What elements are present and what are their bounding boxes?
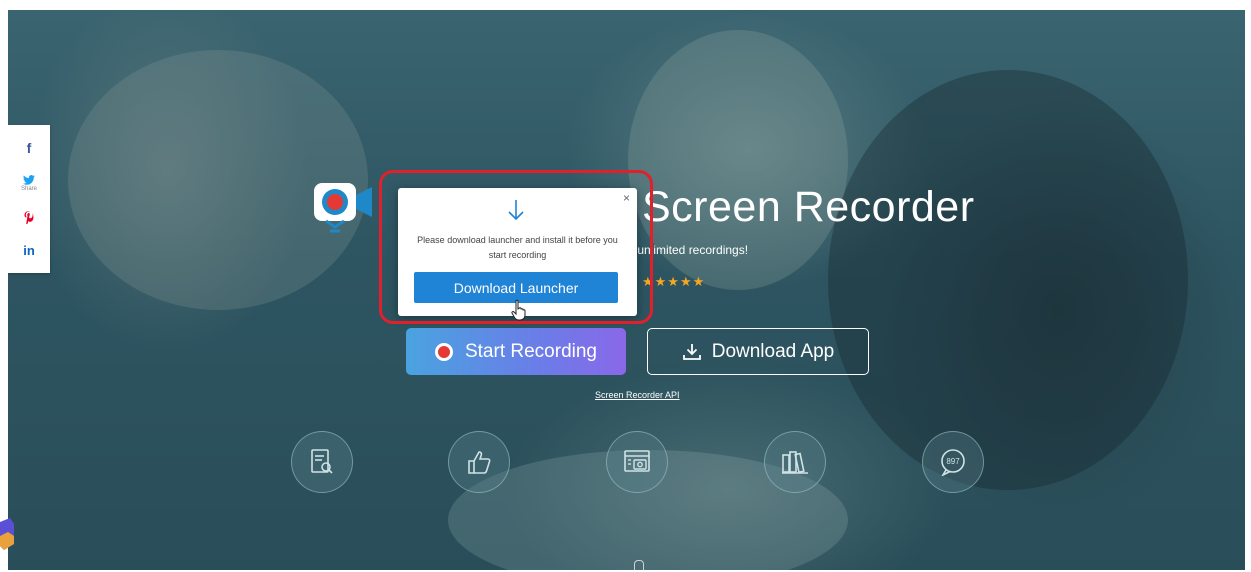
social-share-bar: f Share in	[8, 125, 50, 273]
feature-library[interactable]	[764, 431, 826, 493]
feature-thumbs-up[interactable]	[448, 431, 510, 493]
books-icon	[782, 451, 808, 474]
rating-stars: ★★★★★	[642, 274, 706, 289]
feature-document-search[interactable]	[291, 431, 353, 493]
feature-browser-camera[interactable]	[606, 431, 668, 493]
pinterest-glyph	[24, 210, 34, 224]
arrow-down-icon	[508, 200, 524, 221]
comment-bubble-icon: 897	[941, 449, 965, 476]
background-child-shape	[68, 50, 368, 310]
download-launcher-modal: × Please download launcher and install i…	[398, 188, 637, 316]
download-app-label: Download App	[711, 340, 835, 362]
twitter-share[interactable]: Share	[21, 175, 37, 192]
hand-cursor-icon	[511, 299, 526, 321]
twitter-icon	[22, 175, 35, 185]
download-icon	[682, 343, 701, 360]
document-search-icon	[311, 449, 333, 474]
start-recording-label: Start Recording	[464, 340, 597, 362]
start-recording-button[interactable]: Start Recording	[406, 328, 626, 375]
feature-comments[interactable]: 897	[922, 431, 984, 493]
pinterest-icon[interactable]	[24, 210, 34, 224]
record-icon	[434, 342, 453, 361]
background-hair-shape	[828, 70, 1188, 490]
camera-logo-icon	[314, 183, 372, 233]
scroll-down-indicator[interactable]	[634, 560, 644, 570]
screen-recorder-api-link[interactable]: Screen Recorder API	[595, 390, 680, 400]
close-icon[interactable]: ×	[623, 191, 630, 205]
corner-app-badge-icon[interactable]	[0, 518, 14, 550]
browser-camera-icon	[624, 450, 650, 472]
thumbs-up-icon	[468, 451, 491, 474]
download-app-button[interactable]: Download App	[647, 328, 869, 375]
share-label: Share	[20, 186, 37, 193]
hero-subtitle: r unlimited recordings!	[630, 243, 749, 257]
modal-message: Please download launcher and install it …	[417, 235, 618, 260]
facebook-icon[interactable]: f	[27, 140, 32, 156]
linkedin-icon[interactable]: in	[23, 243, 35, 258]
hero-title: Screen Recorder	[642, 183, 975, 231]
comment-count: 897	[946, 457, 960, 466]
